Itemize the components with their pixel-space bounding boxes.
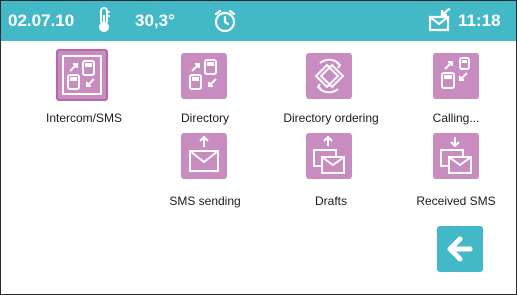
status-bar: 02.07.10 30,3° 11:18 (1, 1, 516, 41)
directory-ordering-button[interactable] (306, 53, 358, 105)
calling-button[interactable] (433, 53, 485, 105)
back-arrow-icon (447, 236, 473, 262)
received-sms-button[interactable] (433, 133, 485, 185)
directory-ordering-label: Directory ordering (283, 111, 379, 125)
alarm-clock-icon[interactable] (213, 9, 237, 38)
sms-sending-label: SMS sending (169, 194, 241, 208)
directory-button[interactable] (181, 53, 233, 105)
intercom-sms-button[interactable] (56, 49, 108, 101)
screen: 02.07.10 30,3° 11:18 Intercom/SMS Direct… (0, 0, 517, 295)
drafts-button[interactable] (306, 133, 358, 185)
time-text: 11:18 (458, 11, 501, 30)
temperature-text: 30,3° (135, 11, 175, 30)
drafts-label: Drafts (314, 194, 348, 208)
received-sms-label: Received SMS (416, 194, 496, 208)
directory-label: Directory (180, 111, 230, 125)
sms-sending-button[interactable] (181, 133, 233, 185)
back-button[interactable] (437, 226, 483, 272)
intercom-sms-label: Intercom/SMS (45, 111, 123, 125)
calling-label: Calling... (432, 111, 480, 125)
date-text: 02.07.10 (8, 11, 75, 30)
message-in-icon[interactable] (428, 7, 452, 37)
thermometer-icon (97, 7, 111, 38)
